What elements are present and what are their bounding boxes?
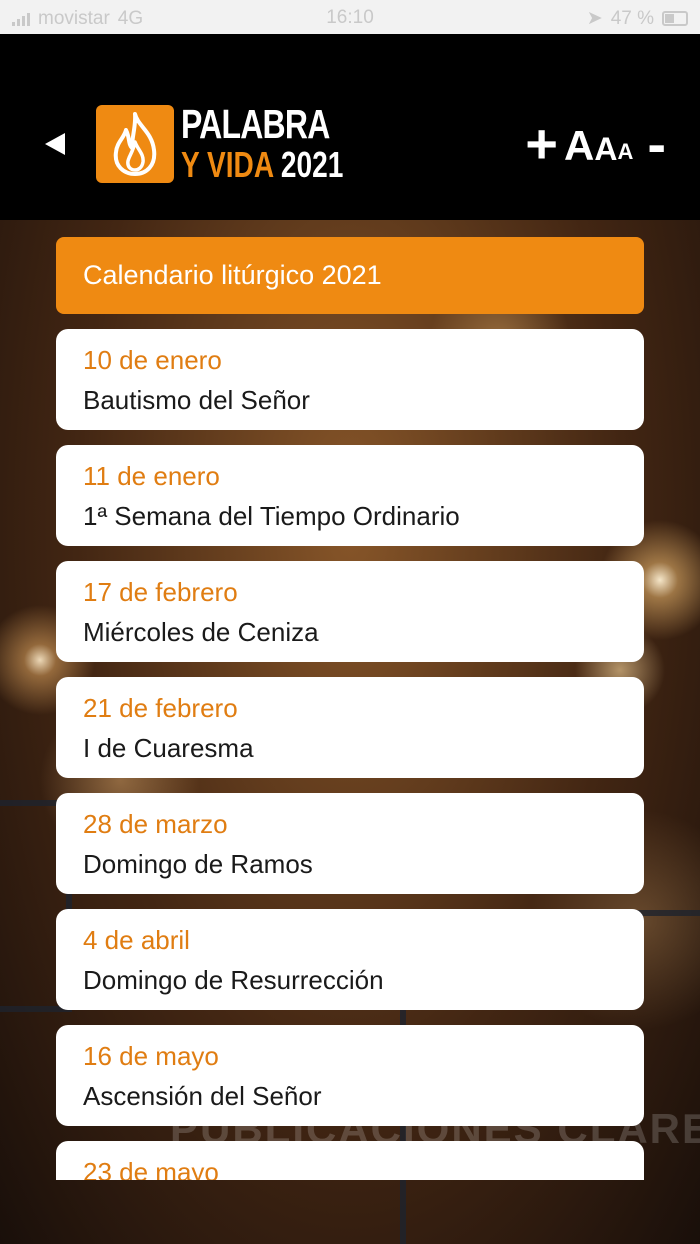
calendar-list[interactable]: Calendario litúrgico 2021 10 de enero Ba… <box>56 237 644 1180</box>
calendar-item[interactable]: 23 de mayo <box>56 1141 644 1180</box>
item-date: 4 de abril <box>83 925 190 955</box>
item-date: 16 de mayo <box>83 1041 219 1071</box>
logo-text: PALABRA Y VIDA 2021 <box>181 104 389 183</box>
battery-icon <box>662 11 688 26</box>
item-name: Domingo de Resurrección <box>83 965 384 995</box>
increase-font-button[interactable]: + <box>525 116 558 172</box>
app-logo: PALABRA Y VIDA 2021 <box>96 104 389 183</box>
item-date: 21 de febrero <box>83 693 238 723</box>
logo-year: 2021 <box>280 144 344 185</box>
item-date: 17 de febrero <box>83 577 238 607</box>
logo-vida: Y VIDA <box>181 144 274 185</box>
location-icon: ➤ <box>586 8 603 29</box>
calendar-item[interactable]: 17 de febrero Miércoles de Ceniza <box>56 561 644 662</box>
item-date: 11 de enero <box>83 461 220 491</box>
font-a-small: A <box>617 139 634 164</box>
logo-title: PALABRA <box>181 101 330 147</box>
decrease-font-button[interactable]: - <box>647 116 666 172</box>
item-date: 10 de enero <box>83 345 222 375</box>
item-name: Domingo de Ramos <box>83 849 313 879</box>
calendar-item[interactable]: 11 de enero 1ª Semana del Tiempo Ordinar… <box>56 445 644 546</box>
item-name: Bautismo del Señor <box>83 385 310 415</box>
font-a-large: A <box>564 122 595 169</box>
logo-subtitle: Y VIDA 2021 <box>181 147 343 183</box>
app-header: PALABRA Y VIDA 2021 + A A A - <box>0 34 700 220</box>
battery-percent: 47 % <box>610 7 654 29</box>
status-right: ➤ 47 % <box>587 7 688 30</box>
item-name: Miércoles de Ceniza <box>83 617 319 647</box>
back-arrow-icon[interactable] <box>45 133 65 155</box>
calendar-item[interactable]: 10 de enero Bautismo del Señor <box>56 329 644 430</box>
status-bar: movistar 4G 16:10 ➤ 47 % <box>0 0 700 34</box>
item-date: 23 de mayo <box>83 1157 219 1180</box>
font-size-controls: + A A A - <box>525 116 666 172</box>
calendar-item[interactable]: 16 de mayo Ascensión del Señor <box>56 1025 644 1126</box>
calendar-item[interactable]: 4 de abril Domingo de Resurrección <box>56 909 644 1010</box>
item-date: 28 de marzo <box>83 809 228 839</box>
item-name: I de Cuaresma <box>83 733 254 763</box>
calendar-item[interactable]: 21 de febrero I de Cuaresma <box>56 677 644 778</box>
calendar-item[interactable]: 28 de marzo Domingo de Ramos <box>56 793 644 894</box>
item-name: Ascensión del Señor <box>83 1081 322 1111</box>
font-a-medium: A <box>594 131 618 167</box>
flame-icon <box>96 104 174 183</box>
item-name: 1ª Semana del Tiempo Ordinario <box>83 501 460 531</box>
calendar-title: Calendario litúrgico 2021 <box>56 237 644 314</box>
